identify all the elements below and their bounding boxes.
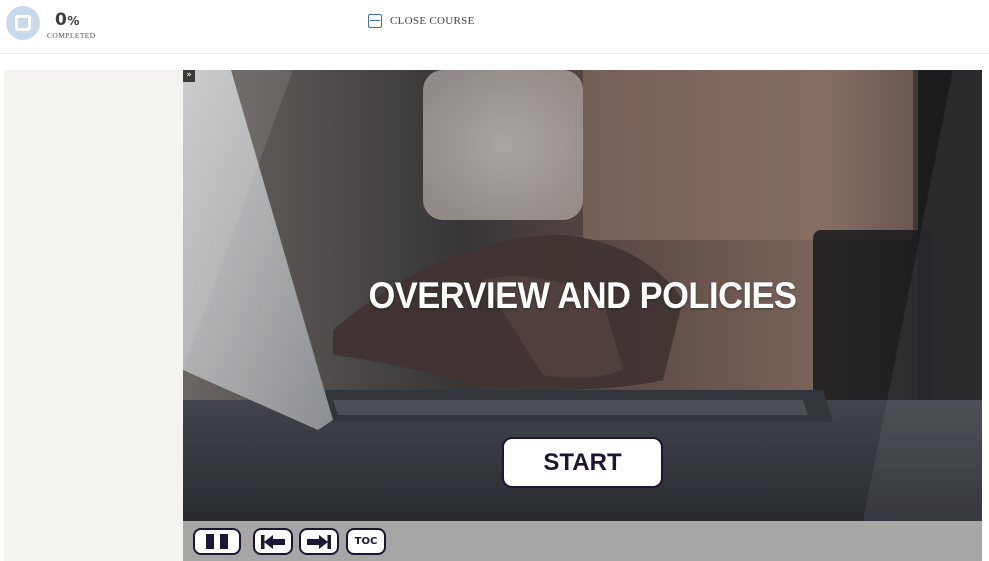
pause-icon xyxy=(203,534,231,549)
progress-ring-icon xyxy=(6,6,40,40)
pause-button[interactable] xyxy=(193,528,241,555)
expand-chevrons-icon[interactable]: » xyxy=(183,70,195,82)
previous-slide-icon xyxy=(261,534,285,549)
slide-title: OVERVIEW AND POLICIES xyxy=(368,275,797,316)
next-slide-icon xyxy=(307,534,331,549)
sidebar-panel xyxy=(4,70,183,561)
player-controls: TOC xyxy=(183,521,982,561)
slide-stage: » OVERVIEW AND POLICIES START xyxy=(183,70,982,521)
previous-button[interactable] xyxy=(253,528,293,555)
next-button[interactable] xyxy=(299,528,339,555)
start-button[interactable]: START xyxy=(502,437,663,488)
progress-caption: COMPLETED xyxy=(47,31,96,40)
course-header: 0% COMPLETED CLOSE COURSE xyxy=(0,0,989,54)
close-course-button[interactable]: CLOSE COURSE xyxy=(368,12,475,30)
toc-button[interactable]: TOC xyxy=(346,528,386,555)
close-course-icon xyxy=(368,14,382,28)
close-course-label: CLOSE COURSE xyxy=(390,15,475,27)
progress-percentage: 0% xyxy=(55,10,80,30)
